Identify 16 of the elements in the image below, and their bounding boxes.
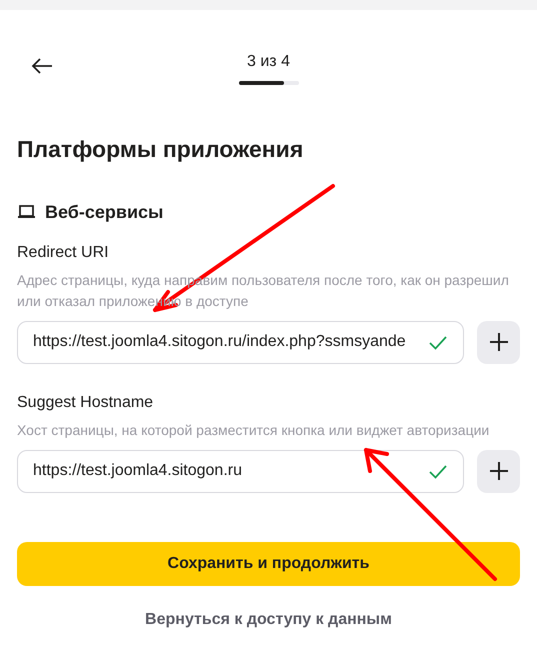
url-field[interactable]: https://test.joomla4.sitogon.ru/index.php?ssmsyande (17, 320, 464, 364)
laptop-icon (17, 204, 36, 220)
add-button[interactable] (477, 320, 520, 364)
step-counter: 3 из 4 (247, 52, 290, 72)
field-label: Redirect URI (17, 242, 110, 262)
page-title: Платформы приложения (17, 135, 304, 164)
back-to-data-access-link[interactable]: Вернуться к доступу к данным (145, 608, 392, 632)
field-label: Suggest Hostname (17, 392, 154, 412)
plus-icon (488, 332, 508, 352)
url-field[interactable]: https://test.joomla4.sitogon.ru (17, 450, 464, 492)
plus-icon (488, 461, 508, 481)
back-arrow-icon (31, 58, 53, 74)
add-button[interactable] (477, 450, 520, 492)
section-title: Веб-сервисы (45, 200, 164, 224)
save-continue-button[interactable]: Сохранить и продолжить (17, 542, 520, 586)
field-hint: Хост страницы, на которой разместится кнопка или виджет авторизации (17, 420, 490, 440)
